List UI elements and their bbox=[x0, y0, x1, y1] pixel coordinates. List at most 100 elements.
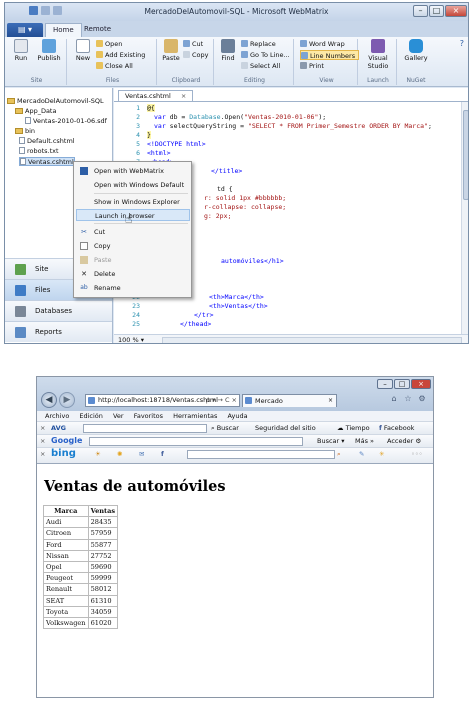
google-search-input[interactable] bbox=[89, 437, 303, 446]
forward-icon[interactable]: ▶ bbox=[59, 392, 75, 408]
workspace-reports[interactable]: Reports bbox=[5, 321, 112, 342]
google-logo[interactable]: Google bbox=[51, 435, 82, 447]
horizontal-scrollbar[interactable] bbox=[162, 337, 462, 343]
browser-tab[interactable]: Mercado × bbox=[242, 394, 337, 407]
browser-close-button[interactable]: × bbox=[411, 379, 431, 389]
cell-ventas: 55877 bbox=[87, 538, 119, 551]
scroll-thumb[interactable] bbox=[463, 110, 468, 200]
tree-robots[interactable]: robots.txt bbox=[19, 147, 59, 156]
bing-search-icon[interactable]: ⌕ bbox=[337, 448, 341, 460]
site-safety-button[interactable]: Seguridad del sitio bbox=[255, 422, 316, 434]
weather-sun-icon[interactable]: ☀ bbox=[95, 448, 101, 460]
tab-close-icon[interactable]: × bbox=[328, 395, 333, 407]
tree-root[interactable]: MercadoDelAutomovil-SQL bbox=[7, 97, 104, 106]
minimize-button[interactable]: – bbox=[413, 5, 428, 17]
new-button[interactable]: New bbox=[73, 39, 93, 62]
browser-maximize-button[interactable]: □ bbox=[394, 379, 410, 389]
cell-ventas: 59999 bbox=[87, 572, 119, 585]
browser-minimize-button[interactable]: – bbox=[377, 379, 393, 389]
line-number: 5 bbox=[136, 140, 140, 148]
visual-studio-button[interactable]: Visual Studio bbox=[362, 39, 394, 70]
gallery-button[interactable]: Gallery bbox=[402, 39, 430, 62]
maximize-button[interactable]: □ bbox=[429, 5, 444, 17]
tab-remote[interactable]: Remote bbox=[77, 23, 118, 37]
editor-tab[interactable]: Ventas.cshtml × bbox=[118, 90, 194, 101]
menu-show-explorer[interactable]: Show in Windows Explorer bbox=[76, 196, 190, 208]
menu-delete[interactable]: ✕ Delete bbox=[76, 268, 190, 280]
search-icon[interactable]: ⌕ Buscar bbox=[211, 422, 239, 434]
avg-logo[interactable]: AVG bbox=[51, 422, 66, 434]
facebook-icon[interactable]: f bbox=[161, 448, 164, 460]
google-more-button[interactable]: Más » bbox=[355, 435, 374, 447]
add-existing-button[interactable]: Add Existing bbox=[96, 50, 145, 60]
workspace-databases[interactable]: Databases bbox=[5, 300, 112, 321]
translate-icon[interactable]: ✎ bbox=[359, 448, 364, 460]
select-all-button[interactable]: Select All bbox=[241, 61, 280, 71]
word-wrap-toggle[interactable]: Word Wrap bbox=[300, 39, 345, 49]
close-button[interactable]: × bbox=[445, 5, 467, 17]
file-menu-button[interactable]: ▤ ▾ bbox=[7, 23, 43, 37]
run-button[interactable]: Run bbox=[12, 39, 30, 62]
table-row: Nissan 27752 bbox=[43, 549, 119, 562]
avg-search-input[interactable] bbox=[83, 424, 207, 433]
google-search-button[interactable]: Buscar ▾ bbox=[317, 435, 345, 447]
weather-button[interactable]: ☁ Tiempo bbox=[337, 422, 370, 434]
menu-herramientas[interactable]: Herramientas bbox=[173, 412, 217, 420]
menu-rename[interactable]: ab Rename bbox=[76, 282, 190, 294]
menu-edicion[interactable]: Edición bbox=[79, 412, 103, 420]
menu-open-default[interactable]: Open with Windows Default bbox=[76, 179, 190, 191]
table-row: Toyota 34059 bbox=[43, 605, 119, 618]
paste-button[interactable]: Paste bbox=[161, 39, 181, 62]
address-actions[interactable]: ρ ▾ → C × bbox=[206, 395, 237, 406]
menu-archivo[interactable]: Archivo bbox=[45, 412, 69, 420]
bing-logo[interactable]: bing bbox=[51, 448, 76, 460]
highlight-icon[interactable]: ✳ bbox=[379, 448, 384, 460]
sun-icon[interactable]: ✺ bbox=[117, 448, 122, 460]
menu-cut[interactable]: ✂ Cut bbox=[76, 226, 190, 238]
menu-open-webmatrix[interactable]: Open with WebMatrix bbox=[76, 165, 190, 177]
menu-copy[interactable]: Copy bbox=[76, 240, 190, 252]
cell-marca: Citroen bbox=[43, 527, 89, 540]
close-icon[interactable]: × bbox=[40, 422, 45, 434]
view-group: Word Wrap Line Numbers Print View bbox=[296, 39, 360, 85]
menu-ver[interactable]: Ver bbox=[113, 412, 124, 420]
tree-ventas[interactable]: Ventas.cshtml bbox=[19, 157, 75, 166]
tree-app-data[interactable]: App_Data bbox=[15, 107, 56, 116]
close-icon[interactable]: × bbox=[181, 92, 186, 100]
tree-bin[interactable]: bin bbox=[15, 127, 35, 136]
bing-search-input[interactable] bbox=[187, 450, 335, 459]
address-bar[interactable]: http://localhost:18718/Ventas.cshtml ρ ▾… bbox=[85, 394, 240, 407]
menu-favoritos[interactable]: Favoritos bbox=[134, 412, 163, 420]
menu-launch-browser[interactable]: Launch in browser bbox=[76, 209, 190, 221]
close-all-button[interactable]: Close All bbox=[96, 61, 133, 71]
vertical-scrollbar[interactable] bbox=[461, 102, 468, 334]
facebook-button[interactable]: f Facebook bbox=[379, 422, 414, 434]
print-button[interactable]: Print bbox=[300, 61, 324, 71]
cell-ventas: 59690 bbox=[87, 560, 119, 574]
cut-button[interactable]: Cut bbox=[183, 39, 203, 49]
open-button[interactable]: Open bbox=[96, 39, 122, 49]
more-icon[interactable]: ◦◦◦ bbox=[411, 448, 423, 460]
goto-line-button[interactable]: Go To Line... bbox=[241, 50, 290, 60]
back-icon[interactable]: ◀ bbox=[41, 392, 57, 408]
menu-paste[interactable]: Paste bbox=[76, 254, 190, 266]
publish-button[interactable]: Publish bbox=[35, 39, 63, 62]
home-icon[interactable]: ⌂ bbox=[389, 394, 399, 404]
mail-icon[interactable]: ✉ bbox=[139, 448, 144, 460]
tree-sdf[interactable]: Ventas-2010-01-06.sdf bbox=[25, 117, 107, 126]
google-signin-button[interactable]: Acceder ⚙ bbox=[387, 435, 421, 447]
line-numbers-toggle[interactable]: Line Numbers bbox=[300, 50, 360, 60]
tree-default[interactable]: Default.cshtml bbox=[19, 137, 75, 146]
menu-ayuda[interactable]: Ayuda bbox=[227, 412, 247, 420]
launch-group: Visual Studio Launch bbox=[360, 39, 397, 85]
close-icon[interactable]: × bbox=[40, 435, 45, 447]
copy-button[interactable]: Copy bbox=[183, 50, 209, 60]
replace-button[interactable]: Replace bbox=[241, 39, 276, 49]
help-icon[interactable]: ? bbox=[460, 39, 464, 48]
gear-icon[interactable]: ⚙ bbox=[417, 394, 427, 404]
close-icon[interactable]: × bbox=[40, 448, 45, 460]
find-button[interactable]: Find bbox=[219, 39, 237, 62]
zoom-level[interactable]: 100 % ▾ bbox=[118, 336, 144, 343]
star-icon[interactable]: ☆ bbox=[403, 394, 413, 404]
code-line-11: r: solid 1px #bbbbbb; bbox=[204, 194, 287, 202]
